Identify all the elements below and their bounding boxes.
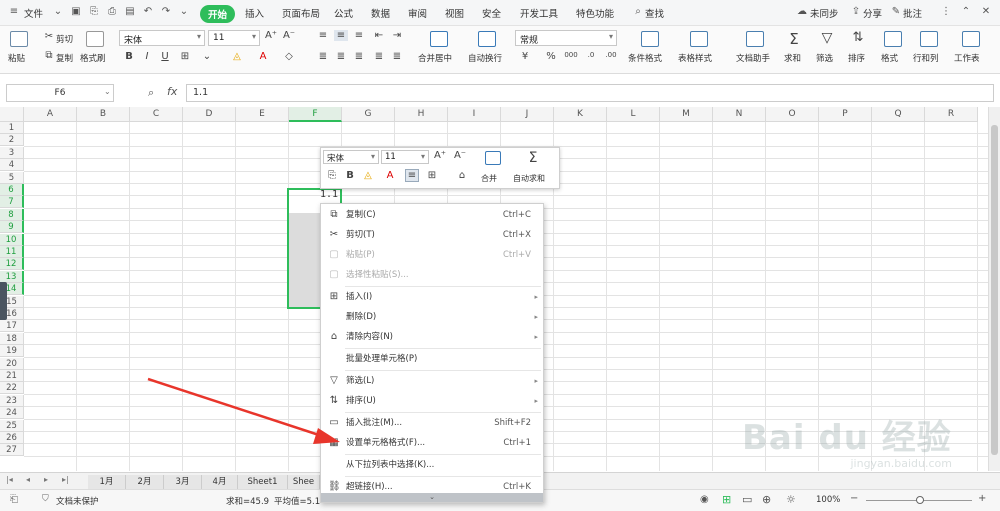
watermark: Bai du 经验 jingyan.baidu.com <box>742 410 952 470</box>
watermark-brand: Bai du 经验 <box>742 418 952 458</box>
